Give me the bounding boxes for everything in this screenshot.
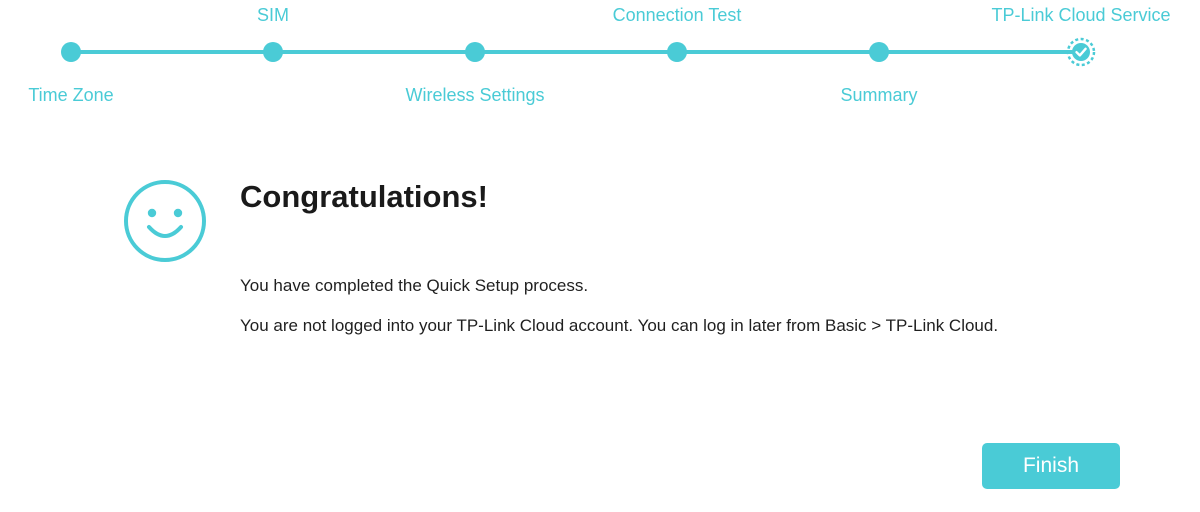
step-label-wireless-settings: Wireless Settings — [405, 85, 545, 105]
step-label-connection-test: Connection Test — [612, 5, 742, 25]
step-dot-sim — [263, 42, 283, 62]
smiley-face-icon — [123, 179, 207, 263]
progress-line — [71, 50, 1081, 54]
step-label-time-zone: Time Zone — [28, 85, 114, 105]
step-dot-summary — [869, 42, 889, 62]
setup-progress-stepper: Time Zone SIM Wireless Settings Connecti… — [0, 0, 1200, 110]
step-dot-time-zone — [61, 42, 81, 62]
step-label-summary: Summary — [840, 85, 918, 105]
step-label-tp-link-cloud-service: TP-Link Cloud Service — [991, 5, 1171, 25]
check-circle-icon — [1066, 37, 1096, 67]
step-dot-wireless-settings — [465, 42, 485, 62]
step-dot-tp-link-cloud-service — [1066, 37, 1096, 67]
finish-button[interactable]: Finish — [982, 443, 1120, 489]
congratulations-heading: Congratulations! — [240, 179, 488, 214]
step-dot-connection-test — [667, 42, 687, 62]
quick-setup-complete-page: Time Zone SIM Wireless Settings Connecti… — [0, 0, 1200, 512]
setup-complete-message: You have completed the Quick Setup proce… — [240, 276, 589, 295]
cloud-login-message: You are not logged into your TP-Link Clo… — [240, 316, 999, 335]
step-label-sim: SIM — [256, 5, 290, 25]
